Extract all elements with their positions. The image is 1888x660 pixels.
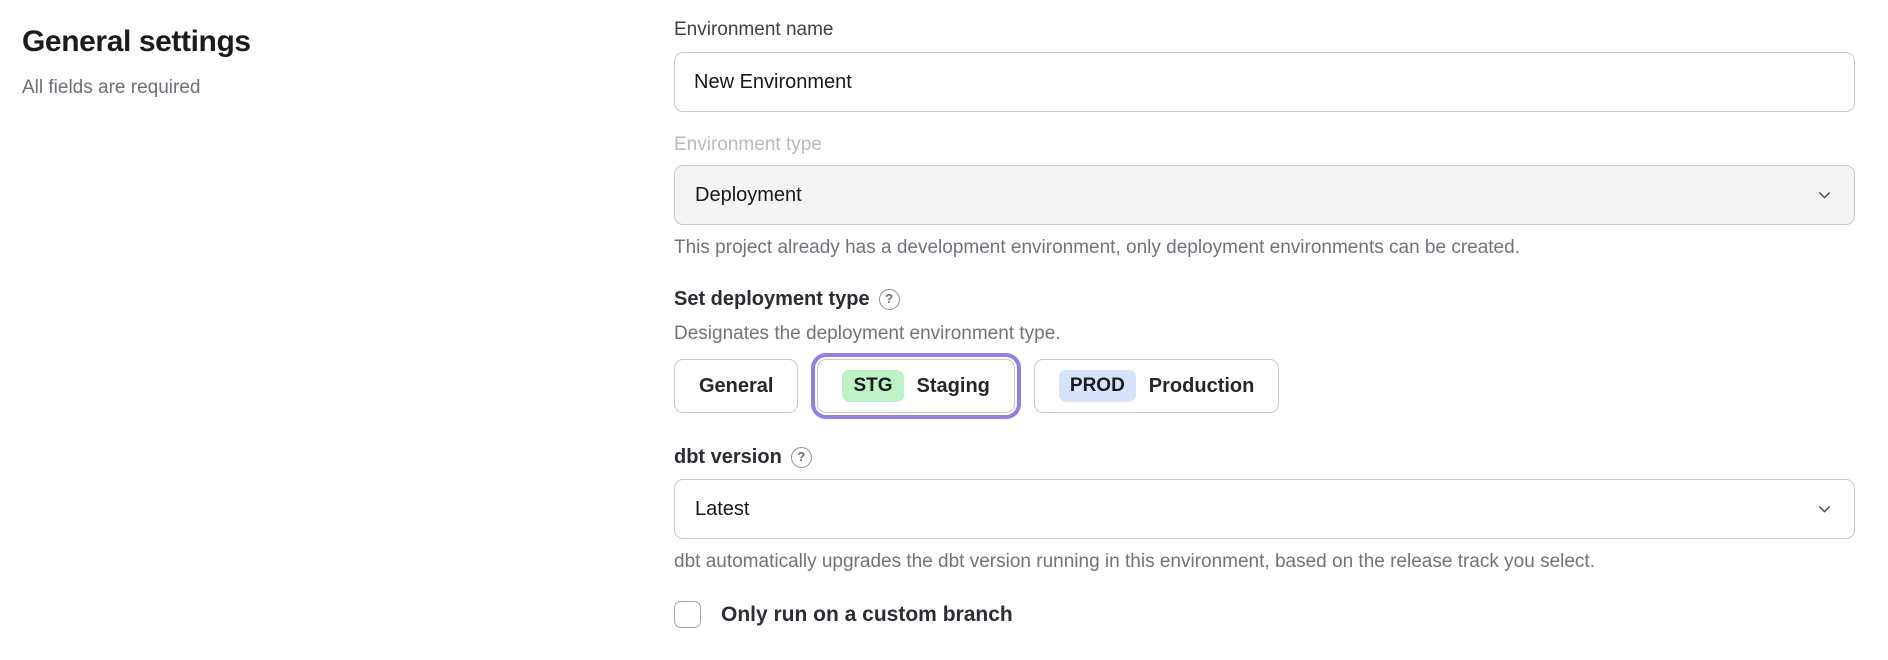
dbt-version-helper: dbt automatically upgrades the dbt versi…	[674, 551, 1855, 573]
dbt-version-value: Latest	[695, 498, 749, 521]
page-title: General settings	[22, 24, 582, 60]
production-badge: PROD	[1059, 370, 1136, 402]
general-button-label: General	[699, 375, 773, 398]
deployment-type-general-button[interactable]: General	[674, 359, 798, 413]
custom-branch-label: Only run on a custom branch	[721, 603, 1013, 627]
dbt-version-select[interactable]: Latest	[674, 479, 1855, 539]
deployment-type-heading: Set deployment type ?	[674, 287, 1855, 311]
custom-branch-checkbox[interactable]	[674, 601, 701, 628]
environment-type-value: Deployment	[695, 184, 802, 207]
environment-name-input[interactable]	[674, 52, 1855, 112]
deployment-type-production-button[interactable]: PROD Production	[1034, 359, 1279, 413]
environment-name-label: Environment name	[674, 19, 1855, 41]
deployment-type-label: Set deployment type	[674, 287, 870, 311]
chevron-down-icon	[1816, 187, 1833, 204]
help-icon[interactable]: ?	[879, 289, 900, 310]
environment-type-helper: This project already has a development e…	[674, 237, 1855, 259]
dbt-version-label: dbt version	[674, 445, 782, 469]
deployment-type-options: General STG Staging PROD Production	[674, 359, 1855, 413]
production-button-label: Production	[1149, 375, 1255, 398]
page-subtitle: All fields are required	[22, 76, 582, 99]
staging-button-label: Staging	[917, 375, 990, 398]
dbt-version-heading: dbt version ?	[674, 445, 1855, 469]
environment-type-label: Environment type	[674, 134, 1855, 156]
deployment-type-helper: Designates the deployment environment ty…	[674, 323, 1855, 345]
deployment-type-staging-button[interactable]: STG Staging	[817, 359, 1014, 413]
environment-type-select[interactable]: Deployment	[674, 165, 1855, 225]
chevron-down-icon	[1816, 501, 1833, 518]
custom-branch-row: Only run on a custom branch	[674, 601, 1855, 628]
environment-settings-form: Environment name Environment type Deploy…	[674, 0, 1855, 628]
help-icon[interactable]: ?	[791, 447, 812, 468]
settings-header: General settings All fields are required	[22, 24, 582, 99]
staging-badge: STG	[842, 370, 903, 402]
